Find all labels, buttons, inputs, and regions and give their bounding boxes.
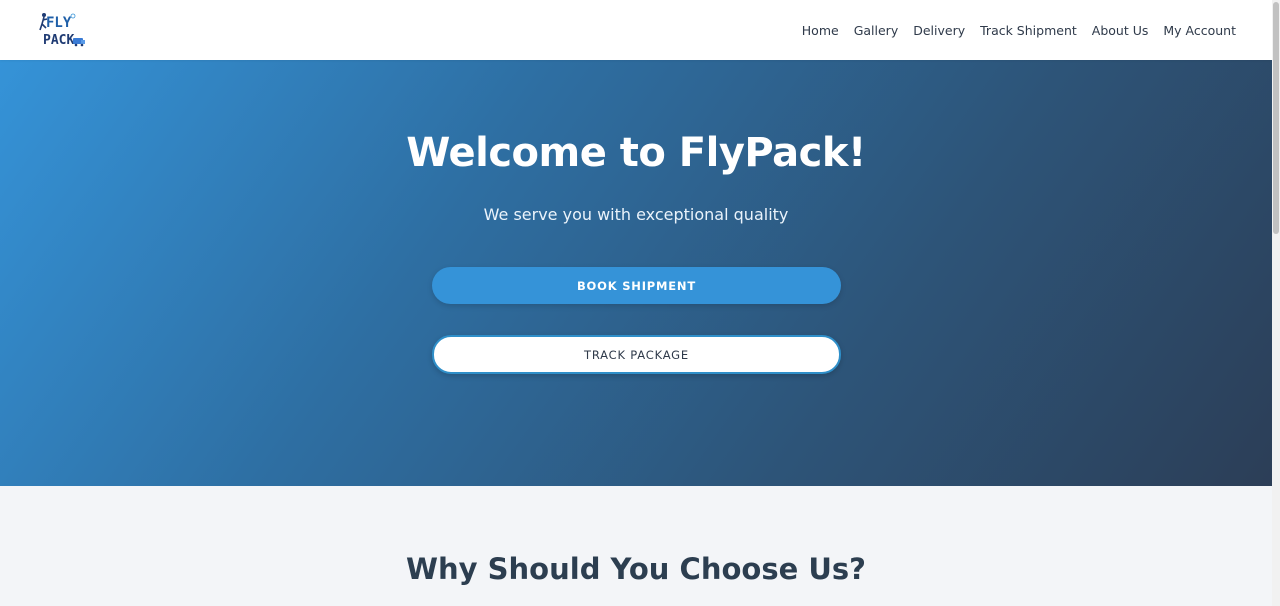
scrollbar-thumb[interactable] xyxy=(1273,2,1279,234)
main-nav: Home Gallery Delivery Track Shipment Abo… xyxy=(802,0,1236,60)
page-scrollbar[interactable] xyxy=(1272,0,1280,606)
nav-gallery-link[interactable]: Gallery xyxy=(854,23,899,38)
hero-section: Welcome to FlyPack! We serve you with ex… xyxy=(0,60,1272,486)
logo-text-fly: FLY xyxy=(46,15,72,31)
nav-about-us-link[interactable]: About Us xyxy=(1092,23,1149,38)
flypack-logo[interactable]: FLY PACK xyxy=(38,10,88,50)
nav-home-link[interactable]: Home xyxy=(802,23,839,38)
hero-title: Welcome to FlyPack! xyxy=(406,130,866,176)
track-package-button[interactable]: TRACK PACKAGE xyxy=(432,335,841,374)
logo-text-pack: PACK xyxy=(43,33,74,48)
nav-track-shipment-link[interactable]: Track Shipment xyxy=(980,23,1077,38)
nav-my-account-link[interactable]: My Account xyxy=(1163,23,1236,38)
logo-dot-icon xyxy=(70,13,76,19)
page: FLY PACK Home Gallery Delivery Track Shi… xyxy=(0,0,1280,606)
hero-subtitle: We serve you with exceptional quality xyxy=(483,205,789,224)
top-navbar: FLY PACK Home Gallery Delivery Track Shi… xyxy=(0,0,1272,60)
book-shipment-button[interactable]: BOOK SHIPMENT xyxy=(432,267,841,304)
nav-delivery-link[interactable]: Delivery xyxy=(913,23,965,38)
logo-truck-icon xyxy=(73,38,85,47)
why-choose-us-heading: Why Should You Choose Us? xyxy=(406,552,866,586)
